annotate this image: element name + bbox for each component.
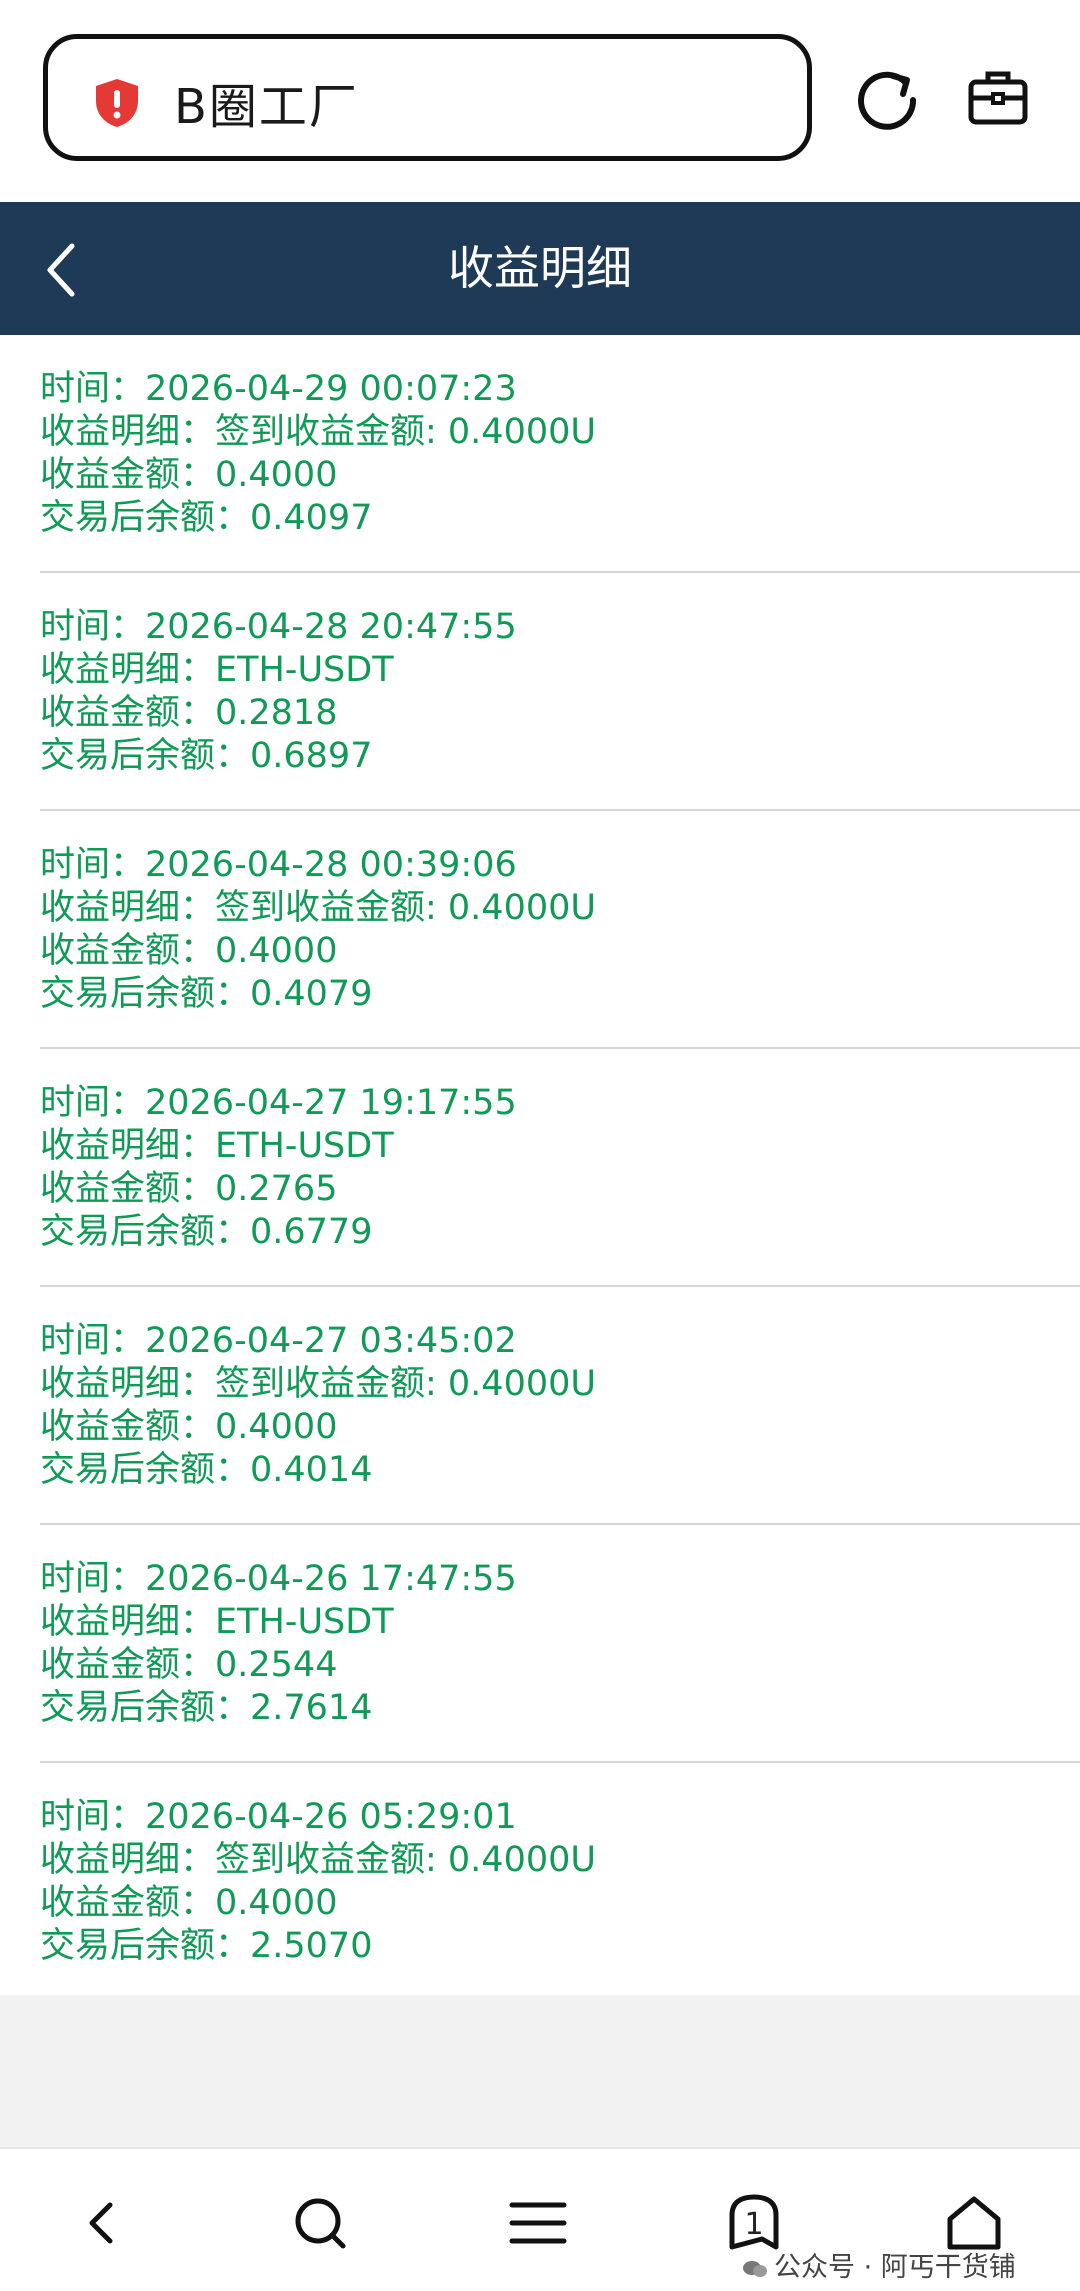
record-amount: 收益金额：0.4000 (40, 455, 338, 495)
tabs-button[interactable]: 1 (726, 2193, 786, 2253)
tab-count: 1 (744, 2207, 764, 2242)
record-amount: 收益金额：0.4000 (40, 1407, 338, 1447)
record-balance: 交易后余额：0.4079 (40, 974, 373, 1014)
record-time: 时间：2026-04-28 20:47:55 (40, 607, 517, 647)
record-balance: 交易后余额：0.4097 (40, 498, 373, 538)
list-item: 时间：2026-04-26 17:47:55 收益明细：ETH-USDT 收益金… (0, 1525, 1080, 1763)
record-time: 时间：2026-04-29 00:07:23 (40, 369, 517, 409)
record-detail: 收益明细：签到收益金额: 0.4000U (40, 412, 597, 452)
record-detail: 收益明细：签到收益金额: 0.4000U (40, 1840, 597, 1880)
earnings-record-list: 时间：2026-04-29 00:07:23 收益明细：签到收益金额: 0.40… (0, 335, 1080, 1995)
record-balance: 交易后余额：0.6897 (40, 736, 373, 776)
record-detail: 收益明细：ETH-USDT (40, 650, 394, 690)
record-balance: 交易后余额：2.5070 (40, 1926, 373, 1966)
record-detail: 收益明细：ETH-USDT (40, 1602, 394, 1642)
list-item: 时间：2026-04-28 00:39:06 收益明细：签到收益金额: 0.40… (0, 811, 1080, 1049)
record-amount: 收益金额：0.2544 (40, 1645, 338, 1685)
chevron-left-icon[interactable] (40, 238, 80, 302)
search-icon[interactable] (290, 2193, 350, 2253)
record-time: 时间：2026-04-26 17:47:55 (40, 1559, 517, 1599)
page-header: 收益明细 (0, 202, 1080, 335)
watermark-text: 公众号 · 阿丐干货铺 (774, 2252, 1016, 2283)
record-amount: 收益金额：0.4000 (40, 1883, 338, 1923)
address-bar[interactable]: B圈工厂 (43, 34, 812, 161)
menu-icon[interactable] (508, 2193, 568, 2253)
record-time: 时间：2026-04-26 05:29:01 (40, 1797, 517, 1837)
toolbox-icon[interactable] (966, 66, 1030, 130)
record-amount: 收益金额：0.2765 (40, 1169, 338, 1209)
record-amount: 收益金额：0.2818 (40, 693, 338, 733)
list-item: 时间：2026-04-27 19:17:55 收益明细：ETH-USDT 收益金… (0, 1049, 1080, 1287)
shield-alert-icon (96, 79, 138, 127)
watermark: 公众号 · 阿丐干货铺 (742, 2245, 1016, 2284)
record-time: 时间：2026-04-28 00:39:06 (40, 845, 517, 885)
record-detail: 收益明细：签到收益金额: 0.4000U (40, 888, 597, 928)
record-amount: 收益金额：0.4000 (40, 931, 338, 971)
record-detail: 收益明细：ETH-USDT (40, 1126, 394, 1166)
record-balance: 交易后余额：2.7614 (40, 1688, 373, 1728)
record-time: 时间：2026-04-27 03:45:02 (40, 1321, 517, 1361)
back-icon[interactable] (72, 2193, 132, 2253)
page-title: 收益明细 (448, 241, 632, 295)
list-item: 时间：2026-04-29 00:07:23 收益明细：签到收益金额: 0.40… (0, 335, 1080, 573)
wechat-icon (743, 2260, 767, 2277)
browser-toolbar: B圈工厂 (0, 0, 1080, 202)
bottom-navigation: 1 公众号 · 阿丐干货铺 (0, 2147, 1080, 2291)
page-site-title: B圈工厂 (174, 79, 359, 135)
list-item: 时间：2026-04-27 03:45:02 收益明细：签到收益金额: 0.40… (0, 1287, 1080, 1525)
record-detail: 收益明细：签到收益金额: 0.4000U (40, 1364, 597, 1404)
list-item: 时间：2026-04-28 20:47:55 收益明细：ETH-USDT 收益金… (0, 573, 1080, 811)
record-time: 时间：2026-04-27 19:17:55 (40, 1083, 517, 1123)
refresh-icon[interactable] (853, 66, 921, 134)
list-item: 时间：2026-04-26 05:29:01 收益明细：签到收益金额: 0.40… (0, 1763, 1080, 2001)
record-balance: 交易后余额：0.6779 (40, 1212, 373, 1252)
home-icon[interactable] (944, 2193, 1004, 2253)
record-balance: 交易后余额：0.4014 (40, 1450, 373, 1490)
